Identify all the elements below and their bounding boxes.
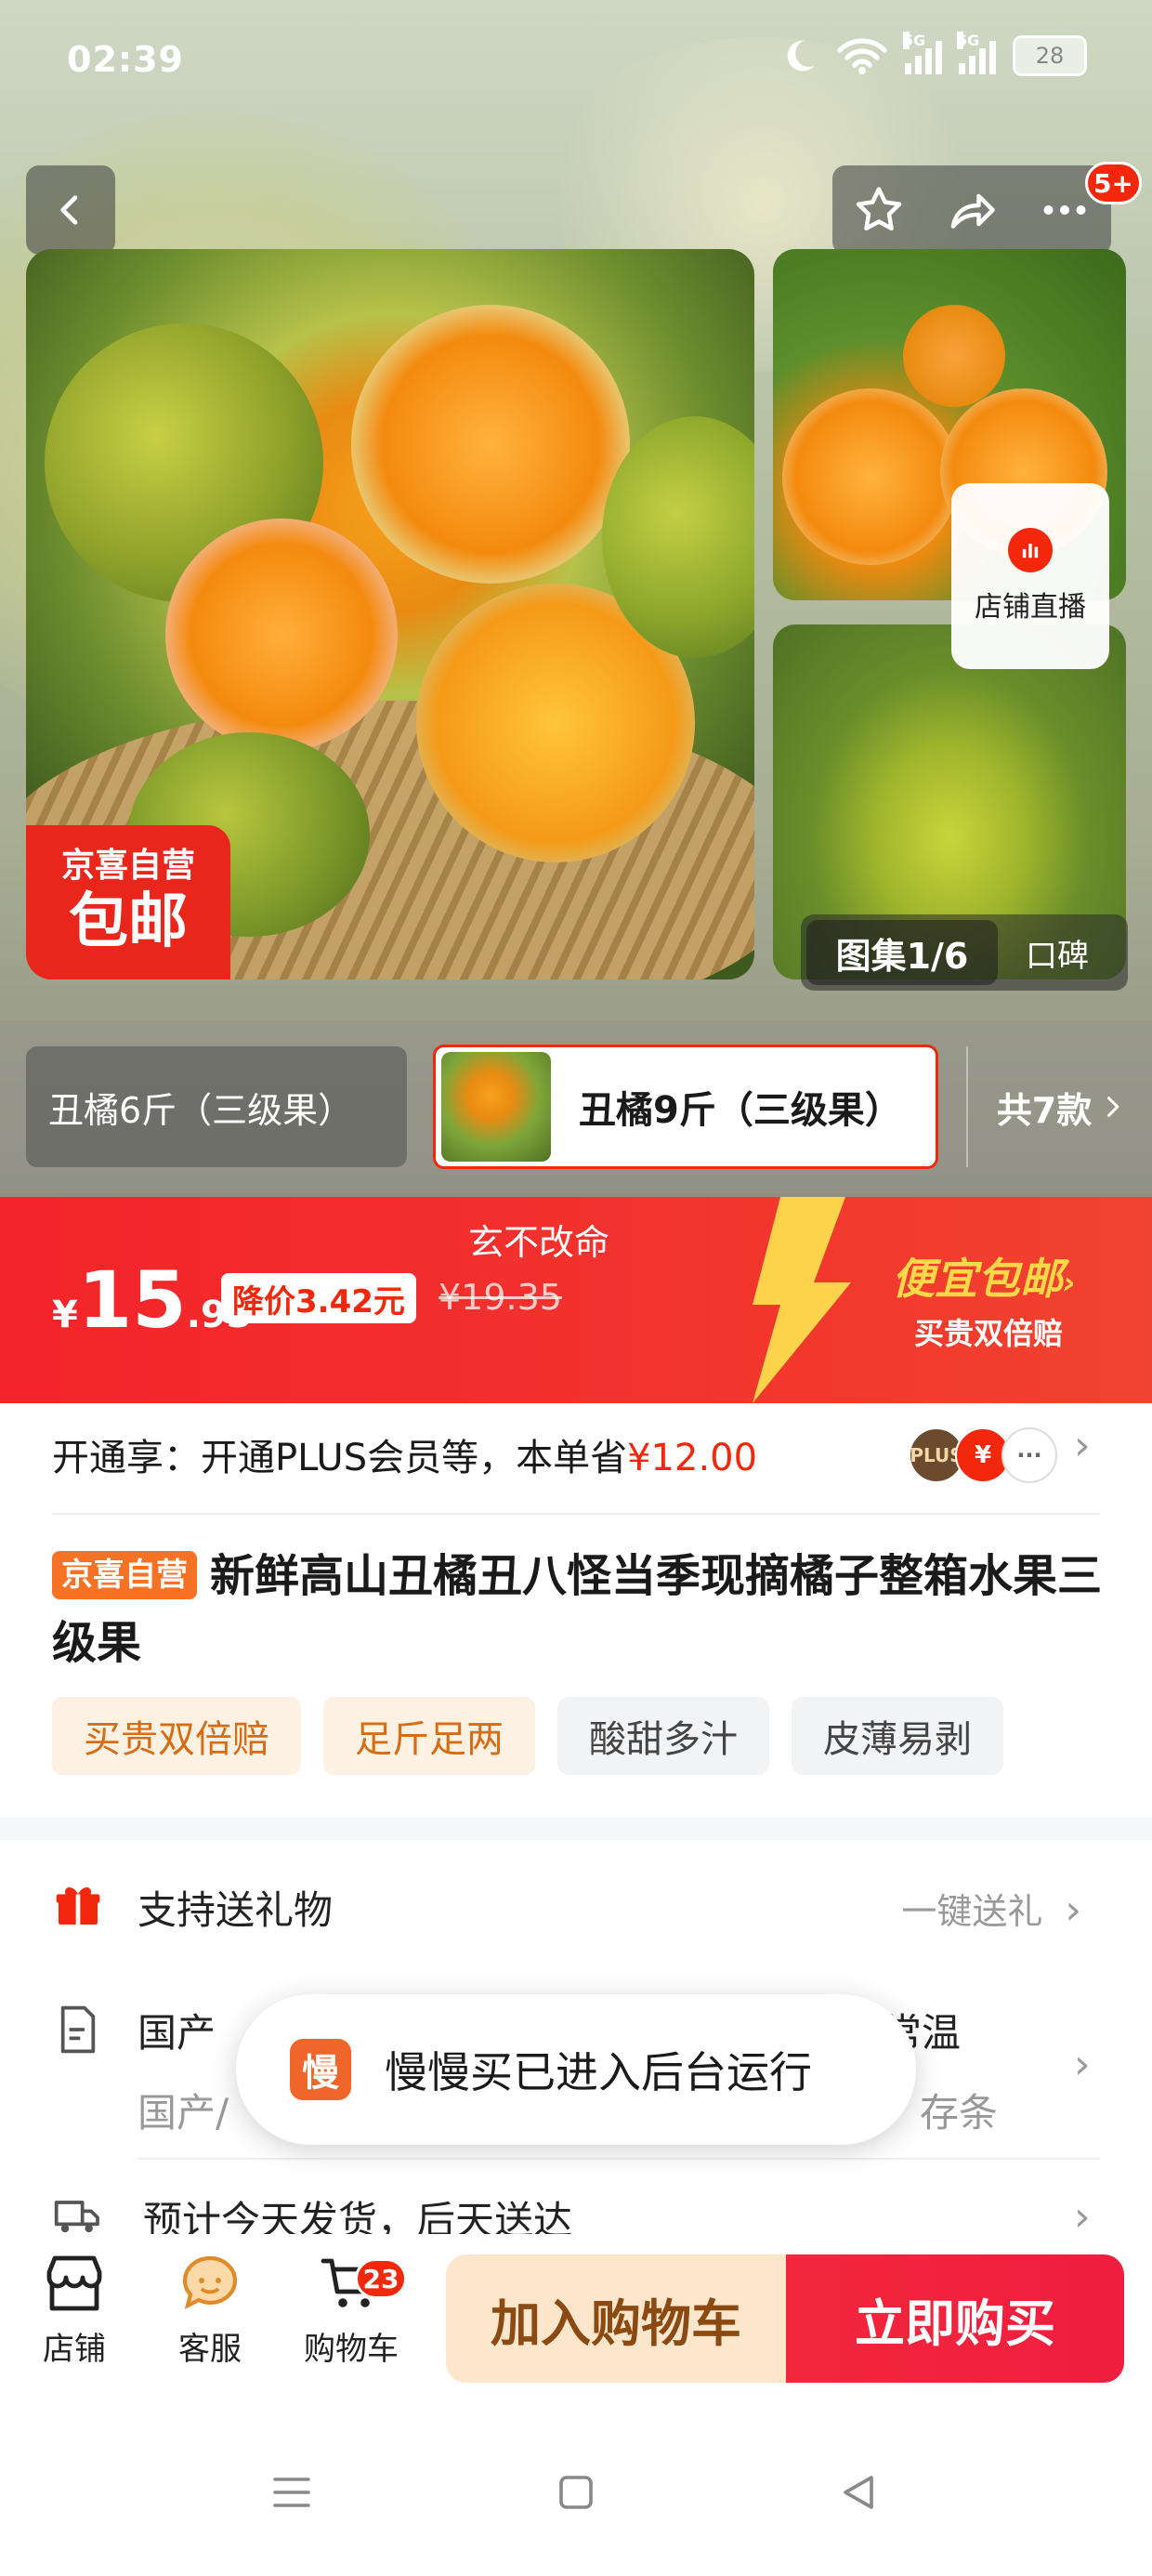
fruit-shape bbox=[782, 388, 959, 565]
manmanmai-logo-icon: 慢 bbox=[290, 2039, 351, 2100]
promo-subtitle: 买贵双倍赔 bbox=[914, 1316, 1064, 1351]
gift-icon bbox=[56, 1887, 100, 1925]
feature-chips: 买贵双倍赔 足斤足两 酸甜多汁 皮薄易剥 bbox=[52, 1697, 1003, 1775]
chip-double-refund[interactable]: 买贵双倍赔 bbox=[52, 1697, 301, 1775]
chevron-right-icon: › bbox=[1074, 2041, 1091, 2088]
chip-easy-peel[interactable]: 皮薄易剥 bbox=[792, 1697, 1003, 1775]
signal-icon-1: 5G bbox=[903, 32, 942, 74]
chip-full-weight[interactable]: 足斤足两 bbox=[323, 1697, 535, 1775]
more-benefits-text: ··· bbox=[1016, 1442, 1042, 1468]
battery-level: 28 bbox=[1035, 43, 1065, 69]
back-button[interactable] bbox=[26, 165, 115, 255]
system-nav-bar bbox=[0, 2401, 1152, 2576]
status-bar: 02:39 5G 5G 28 bbox=[0, 0, 1152, 139]
promo-title-text: 便宜包邮 bbox=[892, 1254, 1063, 1304]
origin-line1: 国产 bbox=[137, 2010, 216, 2056]
lightning-bolt-icon bbox=[753, 1197, 851, 1403]
fruit-shape bbox=[351, 305, 630, 584]
battery-icon: 28 bbox=[1013, 35, 1087, 76]
fruit-shape bbox=[903, 305, 1005, 407]
fruit-shape bbox=[165, 519, 398, 751]
sku-more-label: 共7款 bbox=[996, 1089, 1093, 1131]
plus-text: 开通享：开通PLUS会员等，本单省¥12.00 bbox=[52, 1427, 757, 1481]
price-integer: 15 bbox=[77, 1255, 187, 1346]
store-icon bbox=[46, 2255, 102, 2311]
store-live-label: 店铺直播 bbox=[975, 591, 1086, 624]
coupon-icon-text: ¥ bbox=[974, 1441, 992, 1469]
chevron-right-icon: › bbox=[1074, 1422, 1091, 1469]
gallery-tab[interactable]: 图集1/6 bbox=[806, 920, 998, 985]
background-toast: 慢 慢慢买已进入后台运行 bbox=[236, 1994, 916, 2145]
review-label: 口碑 bbox=[1026, 937, 1089, 975]
self-run-title-tag: 京喜自营 bbox=[52, 1551, 197, 1599]
promo-title[interactable]: 便宜包邮› bbox=[892, 1245, 1076, 1307]
cart-label: 购物车 bbox=[304, 2331, 399, 2368]
customer-service-button[interactable]: 客服 bbox=[154, 2253, 266, 2369]
plus-icons: PLUS ¥ ··· bbox=[909, 1427, 1057, 1483]
product-title-block: 京喜自营 新鲜高山丑橘丑八怪当季现摘橘子整箱水果三级果 bbox=[52, 1543, 1111, 1676]
product-title: 新鲜高山丑橘丑八怪当季现摘橘子整箱水果三级果 bbox=[52, 1550, 1103, 1669]
top-actions bbox=[832, 165, 1111, 255]
share-icon[interactable] bbox=[944, 182, 1000, 238]
price-slogan: 玄不改命 bbox=[468, 1222, 610, 1263]
message-badge: 5+ bbox=[1085, 162, 1142, 204]
network-label-1: 5G bbox=[903, 32, 926, 49]
more-icon[interactable] bbox=[1037, 182, 1093, 238]
chevron-left-icon bbox=[60, 195, 78, 225]
live-icon bbox=[1008, 528, 1053, 572]
free-shipping-tag: 京喜自营 包邮 bbox=[26, 825, 230, 979]
sku-thumbnail bbox=[441, 1052, 551, 1162]
wifi-icon bbox=[837, 38, 887, 74]
plus-saving: ¥12.00 bbox=[627, 1437, 758, 1479]
chip-sweet-juicy[interactable]: 酸甜多汁 bbox=[557, 1697, 769, 1775]
more-benefits-icon: ··· bbox=[1001, 1427, 1057, 1483]
origin-line2-tail: 存条 bbox=[920, 2090, 999, 2136]
back-nav-icon[interactable] bbox=[836, 2470, 881, 2515]
gift-label: 支持送礼物 bbox=[137, 1887, 334, 1933]
divider bbox=[137, 2158, 1100, 2160]
original-price: ¥19.35 bbox=[439, 1277, 562, 1318]
home-icon[interactable] bbox=[554, 2470, 598, 2515]
menu-icon[interactable] bbox=[269, 2472, 314, 2513]
customer-service-icon bbox=[182, 2255, 238, 2309]
self-run-tag-text: 京喜自营 bbox=[60, 847, 195, 885]
gift-action[interactable]: 一键送礼 › bbox=[901, 1883, 1081, 1934]
sku-option-1-label: 丑橘6斤（三级果） bbox=[48, 1089, 354, 1131]
gallery-switch: 图集1/6 口碑 bbox=[801, 914, 1128, 991]
sku-option-1[interactable]: 丑橘6斤（三级果） bbox=[26, 1046, 407, 1167]
review-tab[interactable]: 口碑 bbox=[1026, 930, 1089, 976]
add-to-cart-button[interactable]: 加入购物车 bbox=[446, 2254, 786, 2383]
moon-icon bbox=[787, 40, 815, 72]
buy-now-button[interactable]: 立即购买 bbox=[786, 2254, 1124, 2383]
price-drop-tag: 降价3.42元 bbox=[221, 1273, 416, 1323]
signal-icon-2: 5G bbox=[957, 32, 996, 74]
gift-action-label: 一键送礼 bbox=[901, 1891, 1043, 1932]
sku-option-2-label: 丑橘9斤（三级果） bbox=[579, 1089, 902, 1132]
network-label-2: 5G bbox=[957, 32, 980, 49]
star-icon[interactable] bbox=[851, 182, 907, 238]
store-live-button[interactable]: 店铺直播 bbox=[951, 483, 1109, 669]
document-icon bbox=[60, 2005, 96, 2054]
section-divider bbox=[0, 1818, 1152, 1840]
divider bbox=[52, 1513, 1100, 1515]
plus-text-prefix: 开通享：开通PLUS会员等，本单省 bbox=[52, 1437, 628, 1479]
customer-service-label: 客服 bbox=[178, 2331, 242, 2368]
store-button[interactable]: 店铺 bbox=[19, 2253, 130, 2369]
store-label: 店铺 bbox=[43, 2331, 106, 2368]
status-icons: 5G 5G 28 bbox=[779, 32, 1087, 76]
sku-option-2-selected[interactable]: 丑橘9斤（三级果） bbox=[433, 1045, 938, 1169]
chevron-right-icon bbox=[1107, 1097, 1119, 1117]
price-currency: ¥ bbox=[52, 1294, 78, 1336]
status-time: 02:39 bbox=[67, 39, 184, 80]
origin-line2: 国产/ bbox=[137, 2090, 229, 2136]
toast-message: 慢慢买已进入后台运行 bbox=[385, 2047, 812, 2097]
sku-more-button[interactable]: 共7款 bbox=[966, 1046, 1152, 1167]
cart-count-badge: 23 bbox=[355, 2258, 407, 2299]
free-shipping-tag-text: 包邮 bbox=[69, 887, 188, 956]
